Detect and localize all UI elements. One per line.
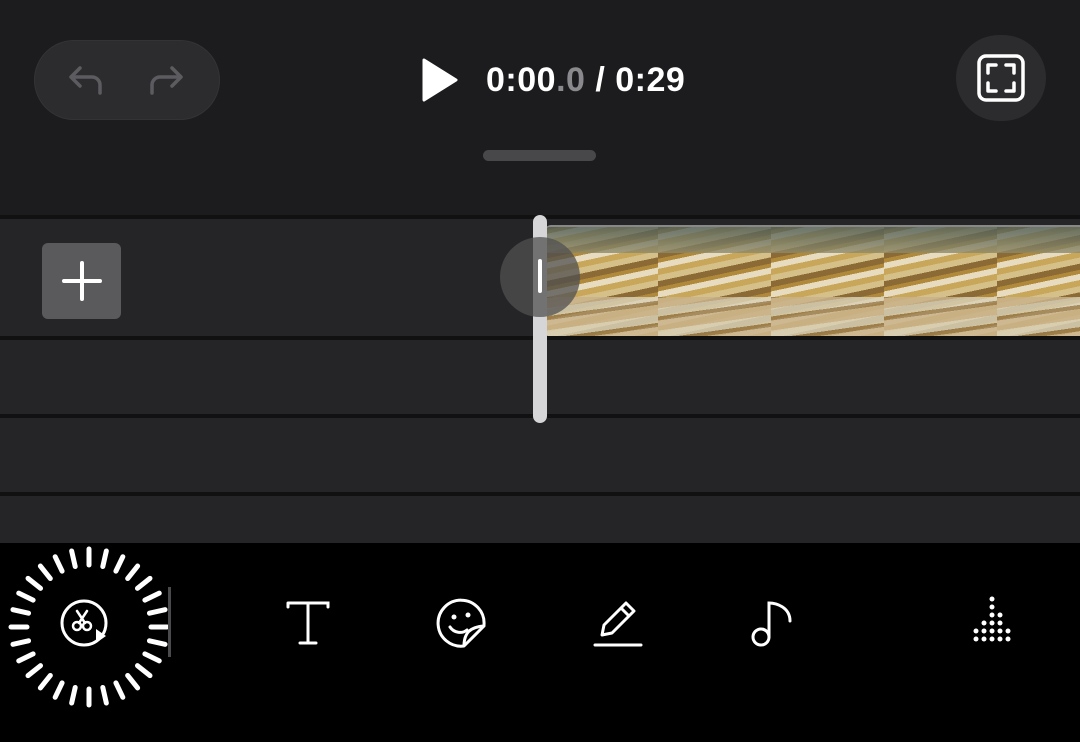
track-lane[interactable] [0,496,1080,543]
ring-tick [125,563,141,582]
text-icon [286,601,330,645]
ring-tick [113,554,126,574]
ring-tick [142,590,162,603]
undo-arrow-icon [69,66,102,95]
redo-arrow-icon [150,66,183,95]
ring-tick [134,663,153,679]
clip-thumbnail [771,227,884,337]
ring-tick [16,590,36,603]
ring-tick [146,638,168,647]
fullscreen-icon [977,54,1025,102]
ring-tick [69,548,78,570]
sticker-icon [436,598,486,648]
timeline [0,215,1080,543]
drag-handle[interactable] [483,150,596,161]
ring-tick [25,663,44,679]
track-lane[interactable] [0,418,1080,492]
clip-thumbnail [997,227,1080,337]
ring-tick [37,563,53,582]
draw-tool-button[interactable] [588,593,648,653]
fullscreen-button[interactable] [956,35,1046,121]
ring-tick [52,680,65,700]
ring-tick [125,672,141,691]
ring-tick [146,607,168,616]
more-tools-button[interactable] [962,593,1022,653]
trim-tool-button[interactable] [54,593,114,653]
ring-tick [69,684,78,706]
sticker-tool-button[interactable] [432,593,492,653]
ring-tick [113,680,126,700]
undo-button[interactable] [66,60,106,100]
ring-tick [100,548,109,570]
text-tool-button[interactable] [278,593,338,653]
top-bar: 0:00.0 / 0:29 [0,0,1080,215]
ring-tick [142,651,162,664]
ring-tick [10,607,32,616]
ring-tick [52,554,65,574]
undo-redo-group [34,40,220,120]
play-icon [422,58,458,102]
total-time: 0:29 [615,61,686,99]
video-clip[interactable] [545,225,1080,337]
toolbar-divider [168,587,171,657]
redo-button[interactable] [146,60,186,100]
playhead-knob[interactable] [500,237,580,317]
current-time-fraction: .0 [556,61,586,99]
ring-tick [16,651,36,664]
music-note-icon [751,601,792,647]
equalizer-dots-icon [973,596,1011,642]
pencil-icon [593,601,643,647]
clip-thumbnail [658,227,771,337]
add-clip-button[interactable] [42,243,121,319]
ring-tick [25,575,44,591]
plus-icon [62,261,102,301]
scissors-play-icon [60,599,108,647]
music-tool-button[interactable] [742,593,802,653]
clip-thumbnail [884,227,997,337]
time-separator: / [585,61,616,99]
ring-tick [37,672,53,691]
bottom-toolbar [0,543,1080,742]
current-time: 0:00 [486,61,557,99]
play-button[interactable] [418,56,462,104]
ring-tick [10,638,32,647]
ring-tick [134,575,153,591]
ring-tick [100,684,109,706]
playback-time: 0:00.0 / 0:29 [486,56,685,104]
